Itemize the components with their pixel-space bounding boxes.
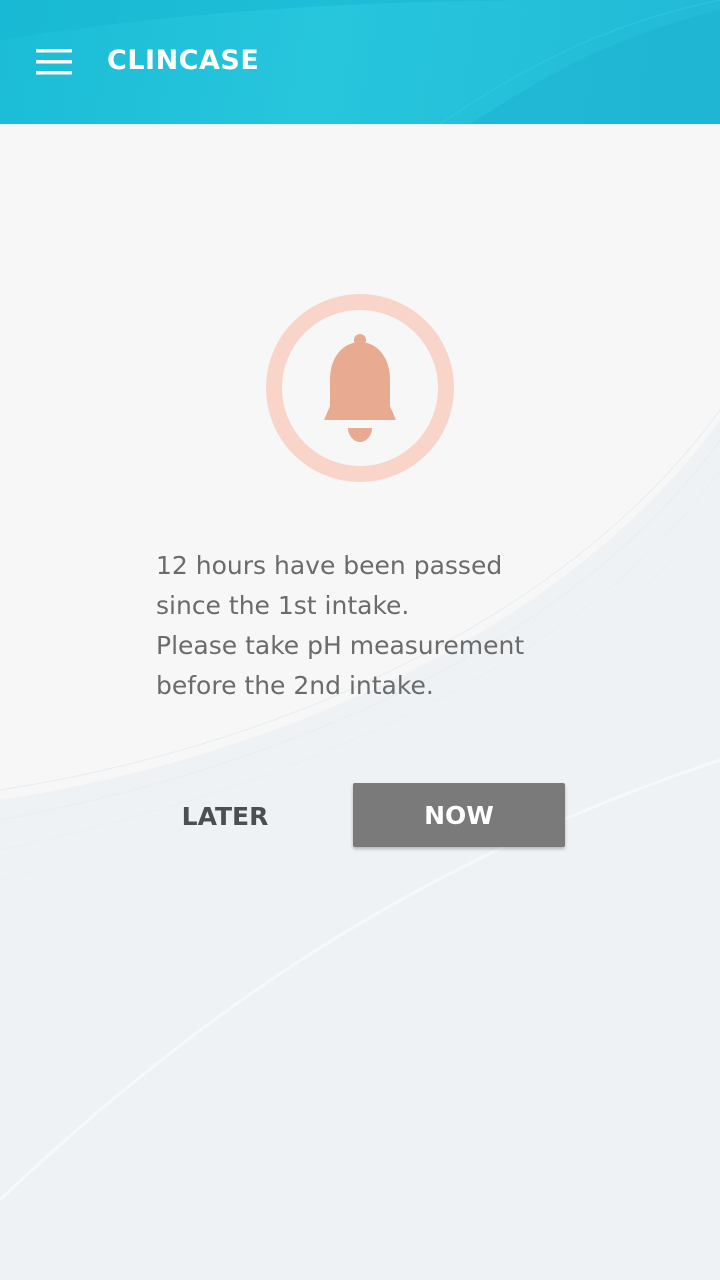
menu-button[interactable] [24, 38, 84, 86]
message-line: Please take pH measurement [156, 631, 525, 660]
reminder-message: 12 hours have been passed since the 1st … [156, 546, 576, 706]
later-button[interactable]: LATER [150, 784, 300, 848]
reminder-content: 12 hours have been passed since the 1st … [0, 124, 720, 1280]
app-bar: CLINCASE [0, 0, 720, 124]
now-button[interactable]: NOW [353, 783, 565, 847]
bell-icon [266, 294, 454, 482]
bell-badge [266, 294, 454, 482]
hamburger-menu-icon [36, 49, 72, 75]
message-line: before the 2nd intake. [156, 671, 434, 700]
app-title: CLINCASE [107, 45, 260, 76]
message-line: since the 1st intake. [156, 591, 410, 620]
message-line: 12 hours have been passed [156, 551, 503, 580]
